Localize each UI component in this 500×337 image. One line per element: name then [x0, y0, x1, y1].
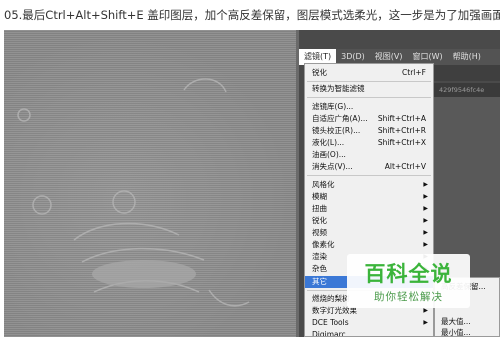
canvas-artwork	[17, 78, 250, 307]
menu-item-oil-paint[interactable]: 油画(O)...	[305, 149, 433, 161]
tutorial-caption: 05.最后Ctrl+Alt+Shift+E 盖印图层，加个高反差保留，图层模式选…	[0, 0, 500, 30]
submenu-arrow-icon: ▶	[423, 241, 428, 248]
menu-item-adaptive-wide-angle[interactable]: 自适应广角(A)... Shift+Ctrl+A	[305, 113, 433, 125]
menu-item-distort[interactable]: 扭曲 ▶	[305, 203, 433, 215]
menu-item-last-filter[interactable]: 锐化 Ctrl+F	[305, 67, 433, 79]
submenu-arrow-icon: ▶	[423, 319, 428, 326]
submenu-item-minimum[interactable]: 最小值...	[441, 327, 471, 337]
menu-item-plugin-4[interactable]: Digimarc	[305, 329, 433, 336]
menu-item-blur[interactable]: 模糊 ▶	[305, 191, 433, 203]
workspace-divider	[296, 30, 299, 337]
menu-item-convert-smart[interactable]: 转换为智能滤镜	[305, 83, 433, 95]
menu-item-filter-gallery[interactable]: 滤镜库(G)...	[305, 101, 433, 113]
site-watermark: 百科全说 助你轻松解决	[347, 254, 470, 308]
menu-item-stylize[interactable]: 风格化 ▶	[305, 179, 433, 191]
watermark-subtitle: 助你轻松解决	[374, 291, 443, 303]
menu-help[interactable]: 帮助(H)	[448, 49, 486, 65]
menu-separator	[307, 97, 431, 98]
menu-item-vanishing-point[interactable]: 消失点(V)... Alt+Ctrl+V	[305, 161, 433, 173]
submenu-arrow-icon: ▶	[423, 181, 428, 188]
document-canvas[interactable]	[4, 30, 296, 337]
menu-item-liquify[interactable]: 液化(L)... Shift+Ctrl+X	[305, 137, 433, 149]
menu-item-sharpen[interactable]: 锐化 ▶	[305, 215, 433, 227]
menu-item-video[interactable]: 视频 ▶	[305, 227, 433, 239]
document-tab[interactable]: 429f9546fc4e	[433, 83, 500, 97]
submenu-arrow-icon: ▶	[423, 217, 428, 224]
menu-separator	[307, 81, 431, 82]
watermark-title: 百科全说	[364, 262, 453, 286]
options-bar	[433, 65, 500, 81]
submenu-item-maximum[interactable]: 最大值...	[441, 316, 471, 327]
menu-item-lens-correction[interactable]: 镜头校正(R)... Shift+Ctrl+R	[305, 125, 433, 137]
menu-item-pixelate[interactable]: 像素化 ▶	[305, 239, 433, 251]
menu-item-plugin-3[interactable]: DCE Tools ▶	[305, 317, 433, 329]
submenu-arrow-icon: ▶	[423, 205, 428, 212]
submenu-arrow-icon: ▶	[423, 229, 428, 236]
submenu-arrow-icon: ▶	[423, 193, 428, 200]
menu-separator	[307, 175, 431, 176]
